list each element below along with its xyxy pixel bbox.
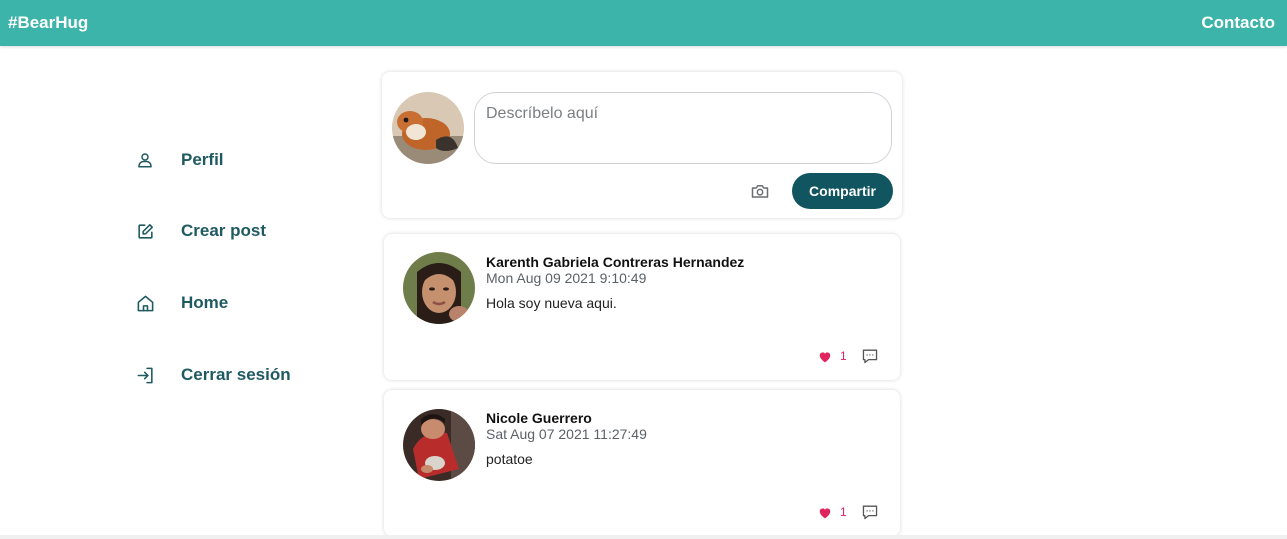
sidebar-item-label: Crear post bbox=[181, 221, 267, 240]
heart-icon[interactable] bbox=[817, 504, 833, 520]
like-count: 1 bbox=[840, 505, 847, 519]
sidebar-item-cerrar-sesion[interactable]: Cerrar sesión bbox=[134, 362, 291, 388]
sidebar-item-label: Cerrar sesión bbox=[181, 365, 291, 384]
post-text: potatoe bbox=[486, 451, 533, 467]
avatar bbox=[392, 92, 464, 164]
compose-card: Compartir bbox=[382, 72, 902, 218]
post-text: Hola soy nueva aqui. bbox=[486, 295, 617, 311]
like-count: 1 bbox=[840, 349, 847, 363]
user-icon bbox=[134, 149, 156, 171]
sidebar-item-home[interactable]: Home bbox=[134, 290, 228, 316]
sidebar-item-crear-post[interactable]: Crear post bbox=[134, 218, 266, 244]
post-description-input[interactable] bbox=[474, 92, 892, 164]
comment-icon[interactable] bbox=[860, 347, 880, 365]
post-author[interactable]: Nicole Guerrero bbox=[486, 410, 592, 426]
sidebar-item-perfil[interactable]: Perfil bbox=[134, 147, 224, 173]
post-card: Karenth Gabriela Contreras Hernandez Mon… bbox=[384, 234, 900, 380]
heart-icon[interactable] bbox=[817, 348, 833, 364]
post-date: Mon Aug 09 2021 9:10:49 bbox=[486, 270, 647, 286]
share-button[interactable]: Compartir bbox=[792, 173, 893, 209]
post-author[interactable]: Karenth Gabriela Contreras Hernandez bbox=[486, 254, 744, 270]
contact-link[interactable]: Contacto bbox=[1201, 13, 1275, 33]
page-bottom-divider bbox=[0, 535, 1287, 539]
home-icon bbox=[134, 292, 156, 314]
logout-icon bbox=[134, 364, 156, 386]
top-navbar: #BearHug Contacto bbox=[0, 0, 1287, 46]
camera-icon[interactable] bbox=[749, 180, 771, 202]
avatar[interactable] bbox=[403, 409, 475, 481]
brand-logo[interactable]: #BearHug bbox=[8, 13, 88, 33]
edit-icon bbox=[134, 220, 156, 242]
avatar[interactable] bbox=[403, 252, 475, 324]
post-card: Nicole Guerrero Sat Aug 07 2021 11:27:49… bbox=[384, 390, 900, 536]
sidebar-item-label: Perfil bbox=[181, 150, 224, 169]
comment-icon[interactable] bbox=[860, 503, 880, 521]
post-date: Sat Aug 07 2021 11:27:49 bbox=[486, 426, 647, 442]
sidebar-item-label: Home bbox=[181, 293, 229, 312]
